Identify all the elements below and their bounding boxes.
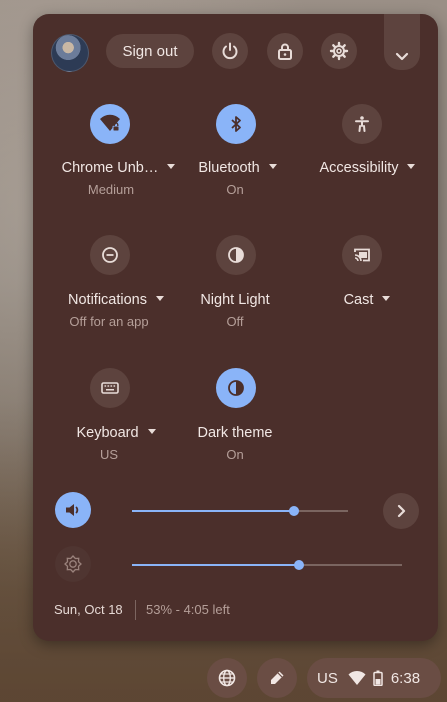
accessibility-label: Accessibility [319, 160, 399, 176]
stylus-icon [271, 671, 284, 684]
volume-fill [132, 510, 294, 512]
dropdown-arrow-icon [167, 163, 176, 169]
dark-theme-icon [228, 380, 244, 396]
battery-icon [373, 670, 383, 686]
volume-slider-thumb[interactable] [289, 506, 299, 516]
accessibility-icon [355, 116, 369, 132]
keyboard-toggle[interactable] [90, 368, 130, 408]
accessibility-label-row[interactable]: Accessibility [310, 160, 425, 176]
dark-theme-toggle[interactable] [216, 368, 256, 408]
bluetooth-icon [231, 116, 241, 132]
night-light-status: Off [226, 314, 244, 329]
power-button[interactable] [212, 33, 248, 69]
shelf-globe-button[interactable] [207, 658, 247, 698]
accessibility-toggle[interactable] [342, 104, 382, 144]
user-avatar[interactable] [51, 34, 89, 72]
dropdown-arrow-icon [268, 163, 277, 169]
notifications-status: Off for an app [69, 314, 149, 329]
bluetooth-status: On [226, 182, 244, 197]
cast-label-row[interactable]: Cast [312, 292, 422, 308]
wifi-label-row[interactable]: Chrome Unb… [56, 160, 181, 176]
gear-icon [329, 41, 349, 61]
power-icon [222, 42, 238, 60]
clock-time: 6:38 [390, 669, 421, 687]
wifi-status: Medium [87, 182, 135, 197]
bluetooth-label: Bluetooth [198, 160, 260, 176]
keyboard-label-row[interactable]: Keyboard [56, 425, 176, 441]
brightness-icon [64, 555, 82, 573]
do-not-disturb-icon [102, 247, 118, 263]
status-tray[interactable]: US 6:38 [307, 658, 441, 698]
footer-divider [135, 600, 136, 620]
notifications-label-row[interactable]: Notifications [56, 292, 176, 308]
cast-toggle[interactable] [342, 235, 382, 275]
night-light-label[interactable]: Night Light [180, 292, 290, 308]
settings-button[interactable] [321, 33, 357, 69]
night-light-toggle[interactable] [216, 235, 256, 275]
dark-theme-status: On [226, 447, 244, 462]
keyboard-icon [101, 382, 119, 394]
bluetooth-toggle[interactable] [216, 104, 256, 144]
cast-label: Cast [343, 292, 374, 308]
volume-icon [66, 504, 79, 516]
night-light-icon [228, 247, 244, 263]
dropdown-arrow-icon [147, 428, 156, 434]
wifi-icon [100, 114, 120, 132]
collapse-button[interactable] [384, 14, 420, 70]
dark-theme-label[interactable]: Dark theme [180, 425, 290, 441]
globe-icon [218, 669, 236, 687]
mute-button[interactable] [55, 492, 91, 528]
ime-indicator: US [317, 669, 338, 687]
audio-settings-button[interactable] [383, 493, 419, 529]
lock-icon [278, 43, 292, 60]
brightness-button [55, 546, 91, 582]
keyboard-status: US [99, 447, 119, 462]
lock-button[interactable] [267, 33, 303, 69]
brightness-fill [132, 564, 300, 566]
dropdown-arrow-icon [407, 163, 416, 169]
wifi-status-icon [348, 670, 366, 686]
cast-icon [354, 248, 370, 262]
wifi-label: Chrome Unb… [61, 160, 159, 176]
notifications-toggle[interactable] [90, 235, 130, 275]
dropdown-arrow-icon [382, 295, 391, 301]
shelf-stylus-button[interactable] [257, 658, 297, 698]
battery-status[interactable]: 53% - 4:05 left [146, 602, 230, 617]
keyboard-label: Keyboard [76, 425, 139, 441]
bluetooth-label-row[interactable]: Bluetooth [180, 160, 295, 176]
chevron-right-icon [397, 504, 406, 518]
wifi-toggle[interactable] [90, 104, 130, 144]
notifications-label: Notifications [68, 292, 147, 308]
chevron-down-icon [395, 52, 409, 61]
date-label[interactable]: Sun, Oct 18 [54, 602, 123, 617]
sign-out-button[interactable]: Sign out [106, 34, 194, 68]
dropdown-arrow-icon [155, 295, 164, 301]
